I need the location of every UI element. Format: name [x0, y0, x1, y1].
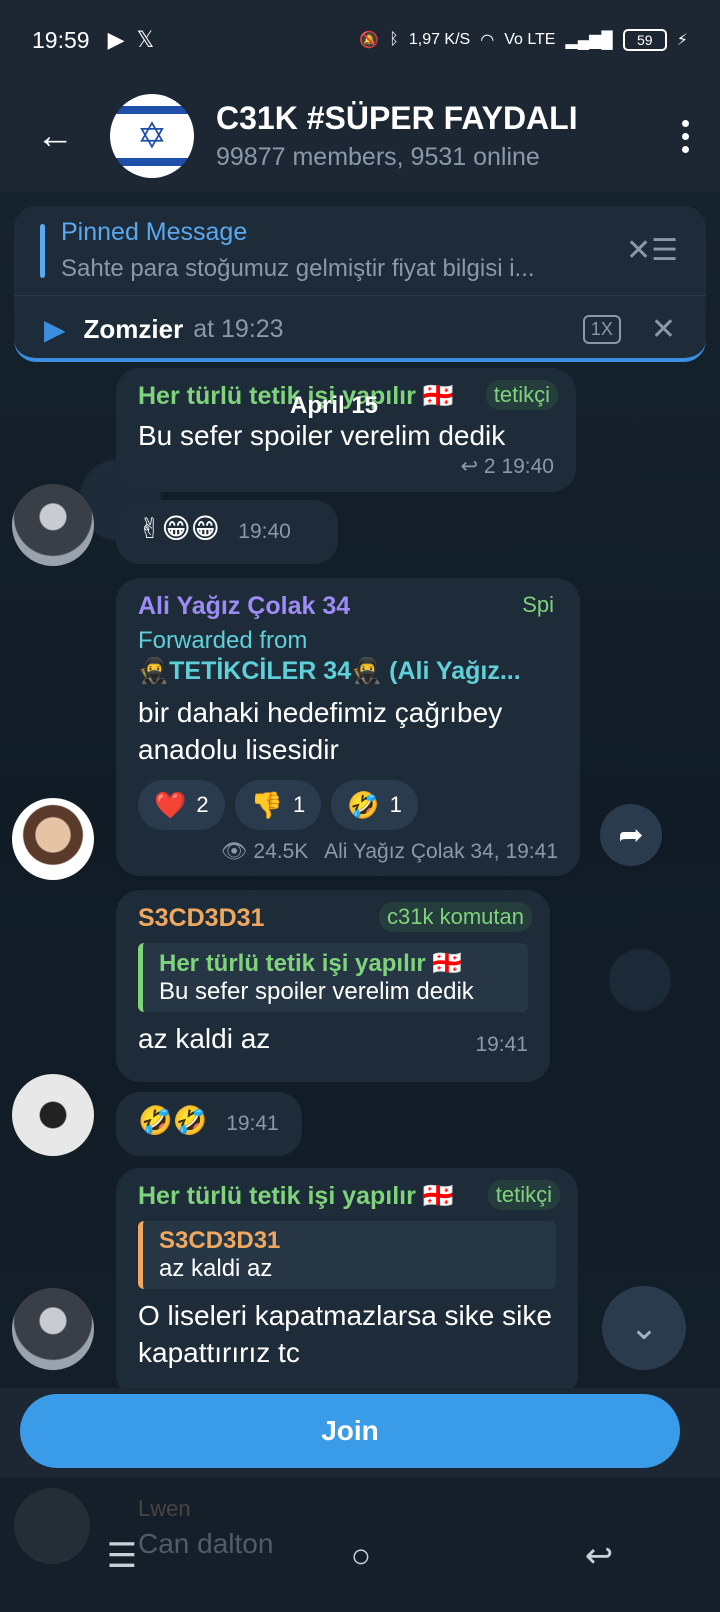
avatar[interactable]: [12, 1074, 94, 1156]
voice-player: ▶ Zomzier at 19:23 1X ✕: [14, 296, 706, 358]
message-bubble[interactable]: Ali Yağız Çolak 34 Spi Forwarded from 🥷T…: [116, 578, 580, 876]
quote-sender: Her türlü tetik işi yapılır 🇬🇪: [159, 950, 463, 977]
channel-avatar[interactable]: ✡: [110, 94, 194, 178]
channel-members: 99877 members, 9531 online: [216, 143, 540, 171]
recent-apps-icon[interactable]: ☰: [107, 1536, 137, 1576]
forwarded-label: Forwarded from: [138, 627, 308, 654]
join-bar: Join: [0, 1388, 720, 1478]
pin-indicator: [40, 223, 45, 278]
scroll-down-icon[interactable]: ⌄: [602, 1286, 686, 1370]
message-text: ✌😁😁: [138, 513, 220, 544]
eye-icon: 👁: [220, 840, 248, 863]
voice-time: at 19:23: [193, 314, 284, 343]
reaction-laugh[interactable]: 🤣 1: [331, 780, 418, 830]
charging-icon: ⚡: [676, 32, 688, 49]
net-speed: 1,97 K/S: [408, 31, 471, 48]
chat-header: ← ✡ C31K #SÜPER FAYDALI 99877 members, 9…: [0, 80, 720, 192]
message-text: O liseleri kapatmazlarsa sike sike kapat…: [138, 1300, 552, 1368]
message-bubble[interactable]: 🤣🤣 19:41: [116, 1092, 302, 1156]
message-text: 🤣🤣: [138, 1105, 208, 1136]
view-count: 24.5K: [253, 840, 309, 863]
date-badge: April 15: [290, 392, 379, 419]
join-button[interactable]: Join: [20, 1394, 680, 1468]
wifi-icon: ◠: [480, 32, 495, 49]
back-arrow-icon[interactable]: ←: [0, 80, 110, 192]
status-time: 19:59: [32, 26, 90, 53]
system-nav-bar: ☰ ○ ↩: [0, 1500, 720, 1612]
message-time: 19:41: [226, 1112, 279, 1135]
message-bubble[interactable]: S3CD3D31 c31k komutan Her türlü tetik iş…: [116, 890, 550, 1082]
home-icon[interactable]: ○: [351, 1537, 372, 1576]
message-signature: Ali Yağız Çolak 34, 19:41: [324, 840, 558, 863]
role-badge: tetikçi: [487, 1180, 560, 1210]
volte-label: Vo LTE: [504, 31, 556, 48]
bluetooth-icon: ᛒ: [389, 31, 399, 48]
avatar[interactable]: [12, 798, 94, 880]
reply-count[interactable]: ↩ 2: [460, 455, 495, 478]
message-text: bir dahaki hedefimiz çağrıbey anadolu li…: [138, 697, 503, 765]
avatar[interactable]: [12, 1288, 94, 1370]
pinned-text: Sahte para stoğumuz gelmiştir fiyat bilg…: [61, 255, 535, 282]
voice-sender: Zomzier: [83, 313, 184, 344]
pinned-message[interactable]: Pinned Message Sahte para stoğumuz gelmi…: [14, 206, 706, 296]
battery-icon: 59: [622, 29, 667, 51]
more-menu-icon[interactable]: [650, 119, 720, 153]
message-time: 19:40: [238, 520, 291, 543]
message-bubble[interactable]: ✌😁😁 19:40: [116, 500, 338, 564]
close-icon[interactable]: ✕: [651, 312, 676, 347]
forwarded-source[interactable]: 🥷TETİKCİLER 34🥷 (Ali Yağız...: [138, 657, 558, 686]
pinned-title: Pinned Message: [61, 218, 248, 246]
message-text: az kaldi az: [138, 1023, 271, 1054]
quote-text: az kaldi az: [159, 1255, 273, 1282]
role-badge: c31k komutan: [379, 902, 532, 932]
message-bubble[interactable]: Her türlü tetik işi yapılır 🇬🇪 tetikçi B…: [116, 368, 576, 492]
reaction-thumbs-down[interactable]: 👎 1: [234, 780, 322, 830]
reply-quote[interactable]: S3CD3D31 az kaldi az: [138, 1221, 556, 1289]
laugh-icon: 🤣: [347, 789, 380, 820]
reactions: ❤️ 2 👎 1 🤣 1: [138, 780, 558, 830]
message-sender[interactable]: Ali Yağız Çolak 34: [138, 592, 558, 621]
system-back-icon[interactable]: ↩: [585, 1536, 614, 1576]
share-arrow-icon[interactable]: ➦: [600, 804, 662, 866]
mute-bell-icon: 🔕: [359, 32, 380, 49]
channel-info[interactable]: C31K #SÜPER FAYDALI 99877 members, 9531 …: [216, 100, 650, 172]
pin-list-icon[interactable]: ✕☰: [626, 233, 678, 268]
role-badge: Spi: [522, 592, 554, 617]
signal-icon: ▂▄▆█: [565, 32, 613, 49]
channel-title: C31K #SÜPER FAYDALI: [216, 100, 578, 136]
role-badge: tetikçi: [485, 380, 558, 410]
message-time: 19:40: [501, 455, 554, 478]
message-time: 19:41: [475, 1033, 528, 1056]
play-icon[interactable]: ▶: [44, 313, 66, 346]
reaction-heart[interactable]: ❤️ 2: [138, 780, 225, 830]
message-bubble[interactable]: Her türlü tetik işi yapılır 🇬🇪 tetikçi S…: [116, 1168, 578, 1398]
avatar[interactable]: [12, 484, 94, 566]
video-camera-icon: ▶: [107, 27, 125, 52]
pinned-panel: Pinned Message Sahte para stoğumuz gelmi…: [14, 206, 706, 362]
reply-quote[interactable]: Her türlü tetik işi yapılır 🇬🇪 Bu sefer …: [138, 943, 528, 1012]
quote-text: Bu sefer spoiler verelim dedik: [159, 978, 474, 1005]
speed-button[interactable]: 1X: [582, 314, 621, 344]
message-text: Bu sefer spoiler verelim dedik: [138, 420, 506, 451]
status-bar: 19:59 ▶ 𝕏 🔕 ᛒ 1,97 K/S ◠ Vo LTE ▂▄▆█ 59 …: [0, 0, 720, 80]
heart-icon: ❤️: [154, 789, 187, 820]
quote-sender: S3CD3D31: [159, 1227, 281, 1254]
thumbs-down-icon: 👎: [250, 789, 283, 820]
x-logo-icon: 𝕏: [136, 27, 155, 52]
